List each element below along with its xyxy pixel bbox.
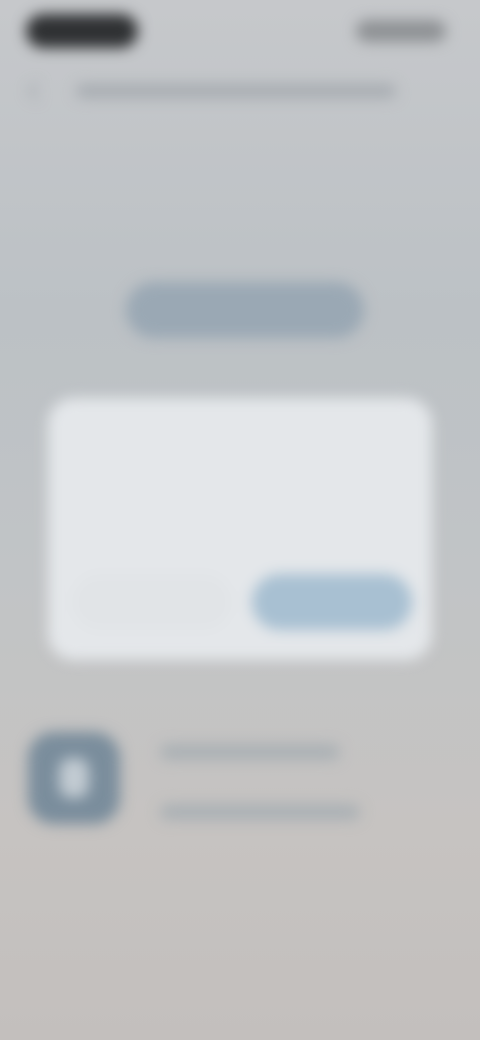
blurred-background	[0, 0, 480, 1040]
dialog-card	[48, 398, 432, 660]
hero-button[interactable]	[126, 282, 364, 338]
status-indicators	[356, 20, 446, 42]
back-arrow-icon[interactable]	[27, 81, 47, 101]
app-icon[interactable]	[28, 732, 120, 824]
dialog-primary-button[interactable]	[252, 574, 412, 630]
app-title-line	[160, 744, 340, 760]
dialog-secondary-button[interactable]	[72, 574, 232, 630]
top-bar	[26, 80, 406, 102]
status-time	[26, 14, 138, 48]
app-glyph-icon	[59, 758, 89, 798]
app-subtitle-line	[160, 804, 360, 820]
url-text	[76, 84, 396, 98]
